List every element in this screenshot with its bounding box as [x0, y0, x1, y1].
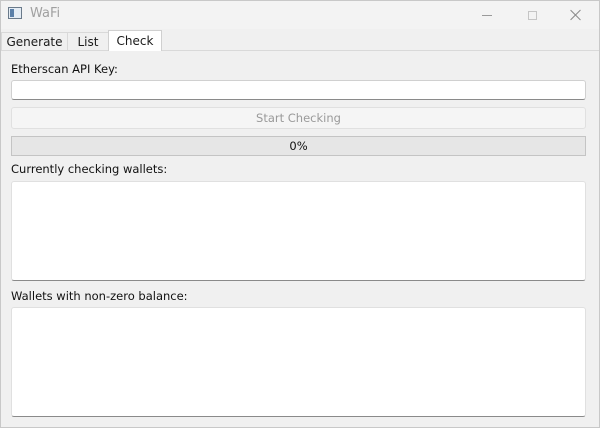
close-icon: [570, 9, 582, 21]
start-checking-button[interactable]: Start Checking: [11, 107, 586, 129]
api-key-label: Etherscan API Key:: [11, 62, 118, 76]
window-title: WaFi: [30, 6, 61, 21]
balance-wallets-label: Wallets with non-zero balance:: [11, 289, 188, 303]
checking-wallets-label: Currently checking wallets:: [11, 162, 168, 176]
close-button[interactable]: [553, 1, 599, 29]
title-bar[interactable]: WaFi: [1, 1, 599, 29]
minimize-button[interactable]: [464, 1, 510, 29]
tab-generate[interactable]: Generate: [1, 32, 68, 51]
app-window-icon: [8, 7, 22, 19]
maximize-icon: [527, 10, 537, 20]
api-key-input[interactable]: [11, 80, 586, 100]
tab-bar: Generate List Check: [1, 30, 599, 51]
check-panel: Etherscan API Key: Start Checking 0% Cur…: [1, 50, 599, 427]
balance-wallets-textarea[interactable]: [11, 307, 586, 417]
tab-list[interactable]: List: [67, 32, 109, 51]
checking-wallets-textarea[interactable]: [11, 181, 586, 281]
maximize-button[interactable]: [509, 1, 555, 29]
app-window: WaFi Generate List Check Etherscan API K…: [0, 0, 600, 428]
progress-bar: 0%: [11, 136, 586, 156]
progress-text: 0%: [289, 139, 308, 153]
tab-check[interactable]: Check: [108, 30, 162, 51]
minimize-icon: [482, 14, 492, 16]
